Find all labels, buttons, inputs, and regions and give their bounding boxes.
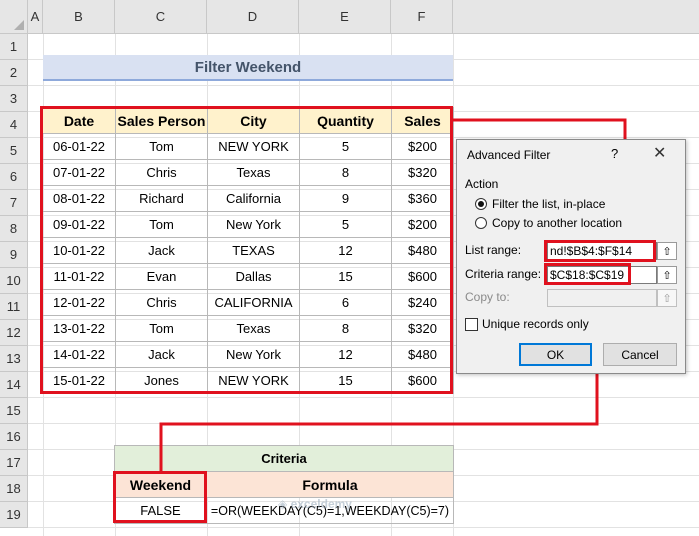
criteria-range-collapse-button[interactable]: ⇧ xyxy=(657,266,677,284)
upload-arrow-icon: ⇧ xyxy=(662,269,672,282)
copy-to-location-label[interactable]: Copy to another location xyxy=(492,216,622,230)
close-icon[interactable]: ✕ xyxy=(653,143,666,163)
action-label: Action xyxy=(465,177,499,191)
copy-to-label: Copy to: xyxy=(465,290,510,304)
unique-records-checkbox[interactable] xyxy=(465,318,478,331)
filter-in-place-label[interactable]: Filter the list, in-place xyxy=(492,197,605,211)
list-range-collapse-button[interactable]: ⇧ xyxy=(657,242,677,260)
copy-to-collapse-button: ⇧ xyxy=(657,289,677,307)
cancel-button[interactable]: Cancel xyxy=(603,343,677,366)
list-range-input[interactable]: nd!$B$4:$F$14 xyxy=(547,242,657,260)
filter-in-place-radio[interactable] xyxy=(475,198,487,210)
dialog-title: Advanced Filter xyxy=(467,148,551,162)
list-range-label: List range: xyxy=(465,243,522,257)
upload-arrow-icon: ⇧ xyxy=(662,245,672,258)
criteria-range-input[interactable]: $C$18:$C$19 xyxy=(547,266,657,284)
ok-button[interactable]: OK xyxy=(519,343,592,366)
criteria-range-label: Criteria range: xyxy=(465,267,542,281)
help-icon[interactable]: ? xyxy=(611,146,618,161)
advanced-filter-dialog[interactable]: Advanced Filter ? ✕ Action Filter the li… xyxy=(456,139,686,374)
copy-to-location-radio[interactable] xyxy=(475,217,487,229)
upload-arrow-icon: ⇧ xyxy=(662,292,672,305)
unique-records-label[interactable]: Unique records only xyxy=(482,317,589,331)
copy-to-input xyxy=(547,289,657,307)
